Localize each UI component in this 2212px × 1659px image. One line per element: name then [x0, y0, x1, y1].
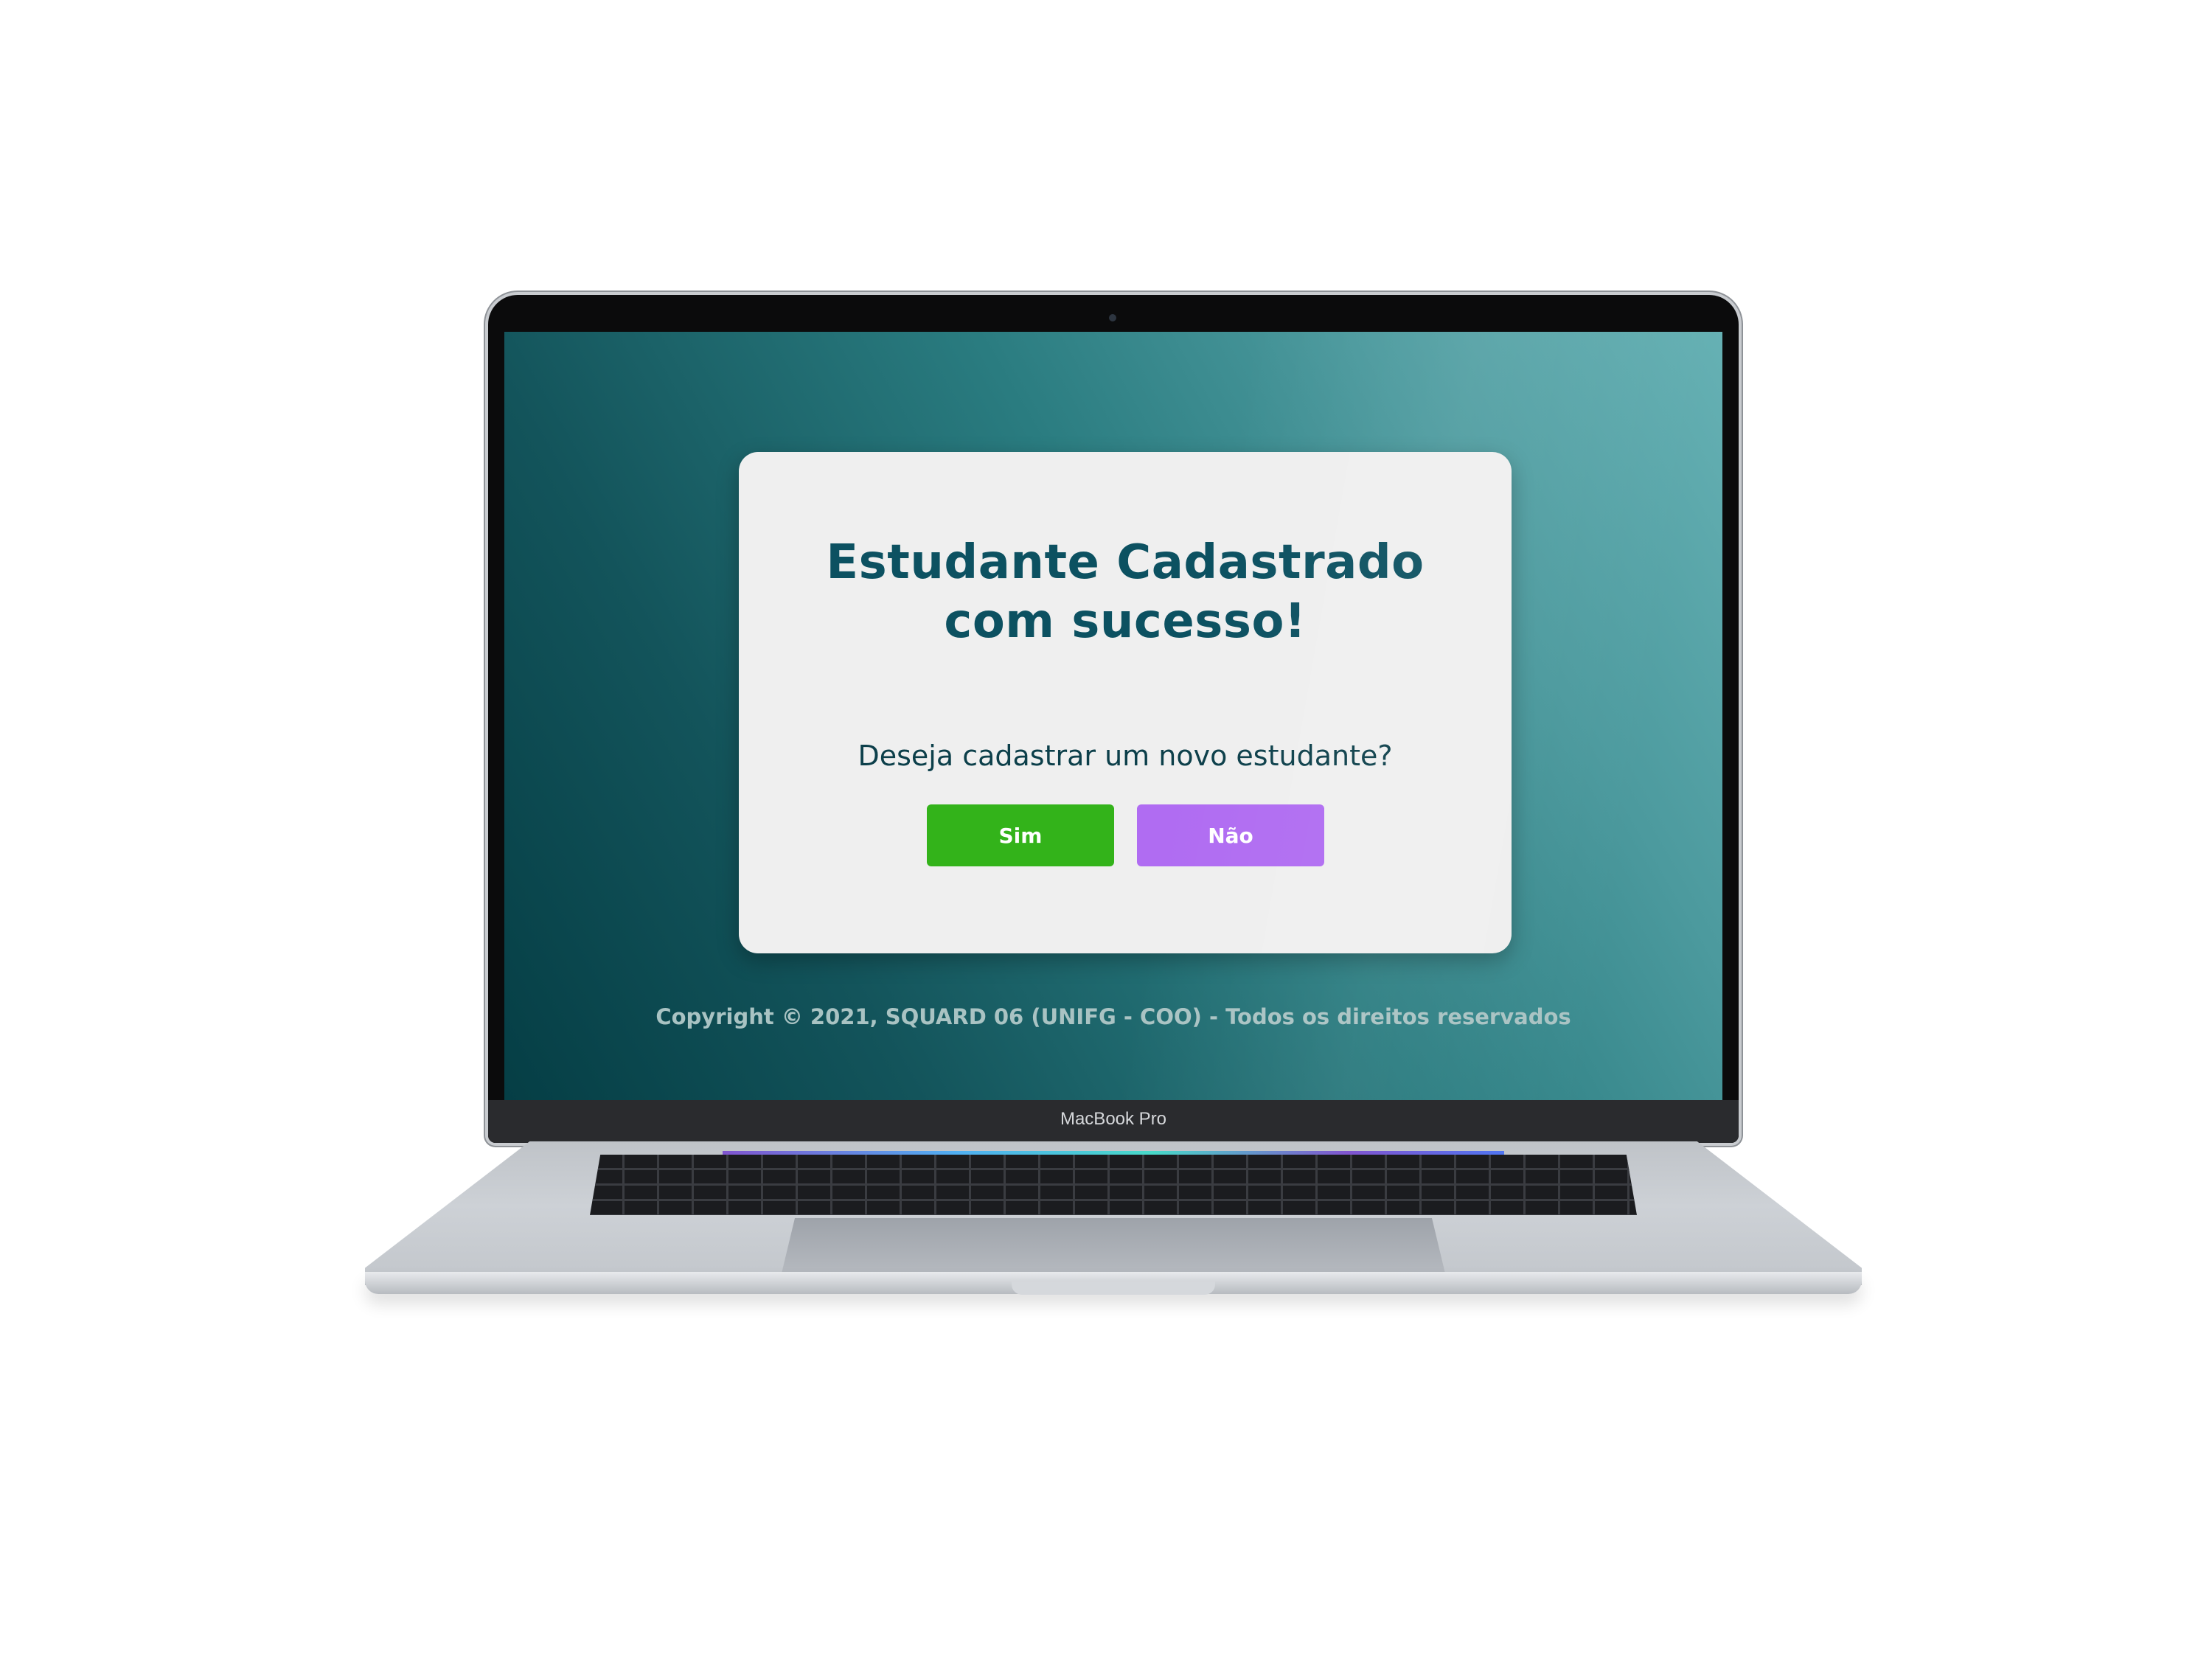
success-dialog: Estudante Cadastrado com sucesso! Deseja…	[739, 452, 1512, 953]
laptop-lid: Estudante Cadastrado com sucesso! Deseja…	[488, 295, 1739, 1143]
camera-icon	[1109, 314, 1116, 321]
yes-button[interactable]: Sim	[927, 804, 1114, 866]
model-label: MacBook Pro	[1060, 1109, 1167, 1129]
trackpad	[782, 1218, 1445, 1273]
keyboard	[590, 1155, 1637, 1215]
copyright-footer: Copyright © 2021, SQUARD 06 (UNIFG - COO…	[655, 1004, 1571, 1029]
lid-opening-notch	[1012, 1281, 1215, 1295]
mockup-stage: Estudante Cadastrado com sucesso! Deseja…	[0, 0, 2212, 1659]
dialog-title: Estudante Cadastrado com sucesso!	[826, 535, 1425, 649]
no-button[interactable]: Não	[1137, 804, 1324, 866]
dialog-question: Deseja cadastrar um novo estudante?	[858, 740, 1393, 772]
app-screen: Estudante Cadastrado com sucesso! Deseja…	[504, 332, 1722, 1100]
bezel-chin: MacBook Pro	[488, 1100, 1739, 1143]
